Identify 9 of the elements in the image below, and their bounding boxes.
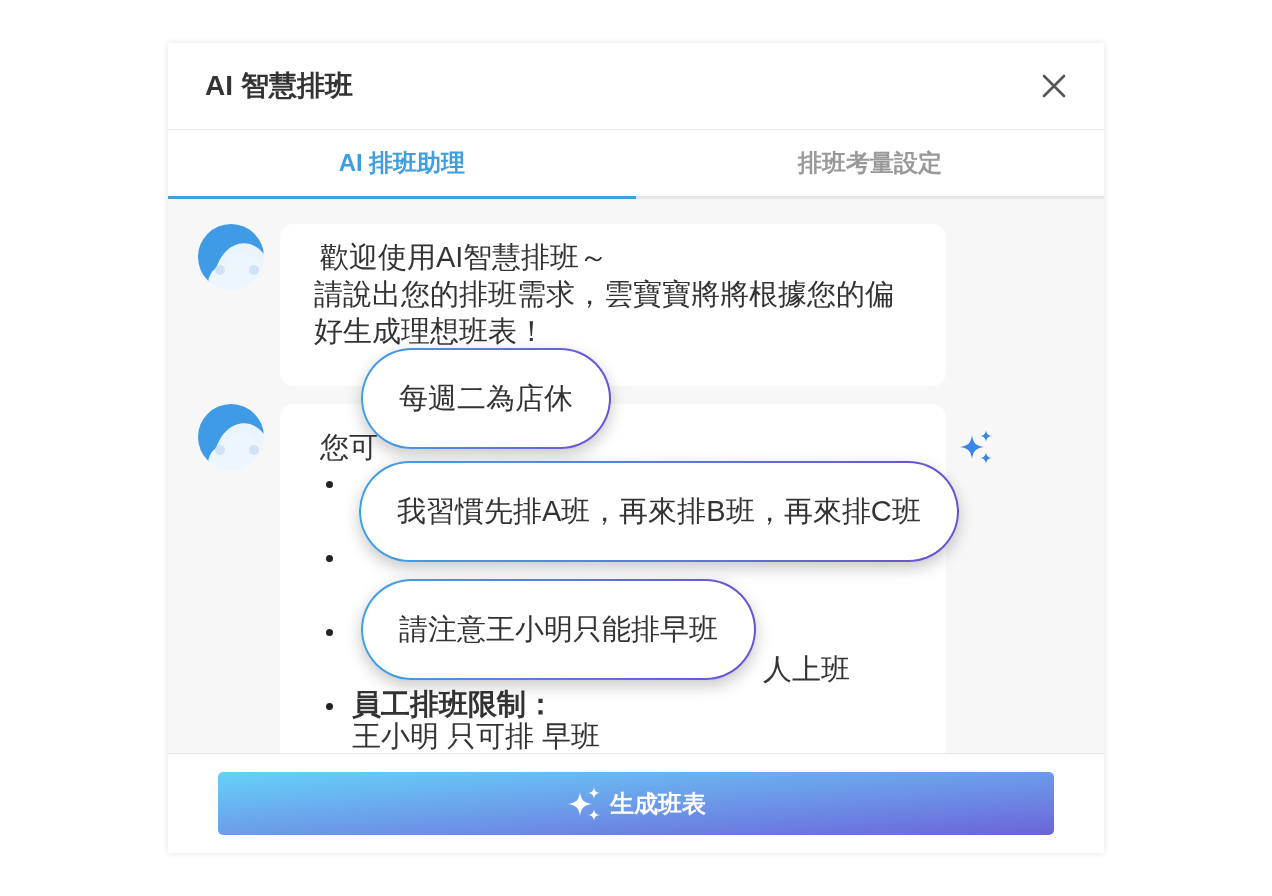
item-text: 人上班 <box>763 652 850 687</box>
message-text: 請說出您的排班需求，雲寶寶將將根據您的偏好生成理想班表！ <box>314 277 895 349</box>
suggestion-chip[interactable]: 請注意王小明只能排早班 <box>363 581 754 678</box>
item-text: 王小明 只可排 早班 <box>352 721 601 751</box>
dialog-title: AI 智慧排班 <box>205 69 353 103</box>
suggestion-chip[interactable]: 我習慣先排A班，再來排B班，再來排C班 <box>361 463 957 560</box>
item-heading: 員工排班限制： <box>352 688 556 721</box>
message-text: 歡迎使用AI智慧排班～ <box>319 240 610 275</box>
close-button[interactable] <box>1040 72 1068 100</box>
